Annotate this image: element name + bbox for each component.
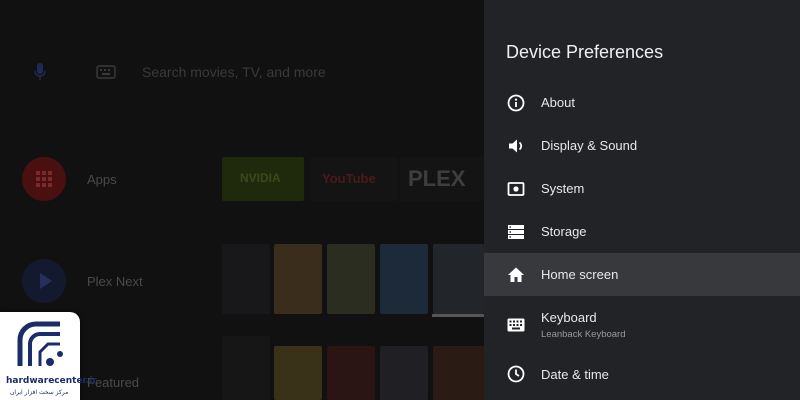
progress-bar <box>432 314 484 317</box>
menu-label: System <box>541 181 585 196</box>
plex-next-row-icon[interactable] <box>22 259 66 303</box>
menu-item-date-time[interactable]: Date & time <box>484 354 800 394</box>
storage-icon <box>506 222 526 242</box>
device-preferences-panel: Device Preferences About Display & Sound… <box>484 0 800 400</box>
poster-tile[interactable] <box>274 244 322 314</box>
menu-label: Storage <box>541 224 587 239</box>
home-icon <box>506 265 526 285</box>
circuit-logo-icon <box>17 321 63 366</box>
menu-item-keyboard[interactable]: Keyboard Leanback Keyboard <box>484 296 800 354</box>
menu-item-about[interactable]: About <box>484 81 800 124</box>
menu-label: Display & Sound <box>541 138 638 153</box>
preferences-menu: About Display & Sound System Storage Hom <box>484 81 800 394</box>
keyboard-icon <box>506 315 526 335</box>
poster-tile[interactable] <box>327 346 375 400</box>
menu-item-home-screen[interactable]: Home screen <box>484 253 800 296</box>
app-tile-nvidia[interactable]: NVIDIA <box>222 157 304 201</box>
row-label-apps: Apps <box>87 172 117 187</box>
app-tile-plex[interactable]: PLEX <box>400 157 484 201</box>
search-bar[interactable]: Search movies, TV, and more <box>26 58 326 86</box>
menu-item-system[interactable]: System <box>484 167 800 210</box>
speaker-icon <box>506 136 526 156</box>
menu-item-display-sound[interactable]: Display & Sound <box>484 124 800 167</box>
search-placeholder: Search movies, TV, and more <box>142 64 326 80</box>
poster-tile[interactable] <box>380 346 428 400</box>
row-label-plex-next: Plex Next <box>87 274 143 289</box>
poster-tile[interactable] <box>433 244 484 314</box>
hardwarecenter-logo: hardwarecenter.ir مرکز سخت افزار ایران <box>0 312 97 400</box>
apps-row-icon[interactable] <box>22 157 66 201</box>
menu-label: Date & time <box>541 366 609 382</box>
content-tile[interactable] <box>222 336 270 400</box>
app-tile-youtube[interactable]: YouTube <box>310 157 398 201</box>
poster-tile[interactable] <box>380 244 428 314</box>
system-icon <box>506 179 526 199</box>
menu-label: Home screen <box>541 267 619 282</box>
clock-icon <box>506 364 526 384</box>
panel-title: Device Preferences <box>506 42 664 62</box>
menu-item-storage[interactable]: Storage <box>484 210 800 253</box>
menu-sublabel: Leanback Keyboard <box>541 329 626 340</box>
poster-tile[interactable] <box>433 346 484 400</box>
poster-tile[interactable] <box>327 244 375 314</box>
poster-tile[interactable] <box>274 346 322 400</box>
logo-url: hardwarecenter.ir <box>6 376 97 386</box>
logo-subtitle: مرکز سخت افزار ایران <box>10 389 69 396</box>
menu-label: Keyboard <box>541 310 597 325</box>
info-icon <box>506 93 526 113</box>
menu-label: About <box>541 95 575 110</box>
content-tile[interactable] <box>222 244 270 314</box>
microphone-icon[interactable] <box>26 58 54 86</box>
keyboard-search-icon[interactable] <box>94 62 118 82</box>
